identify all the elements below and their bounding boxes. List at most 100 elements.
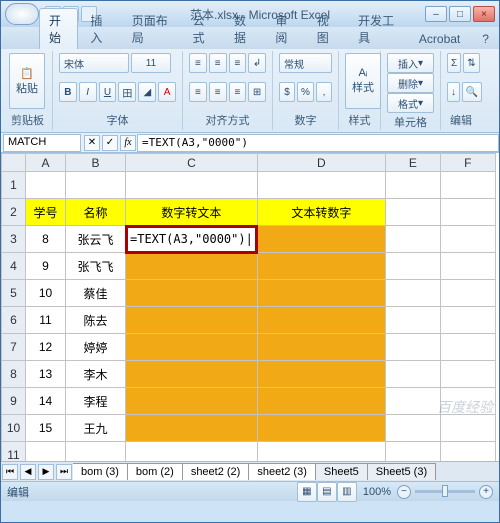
cell[interactable]: 11 (26, 307, 66, 334)
number-format-combo[interactable]: 常规 (279, 53, 332, 73)
wrap-button[interactable]: ↲ (248, 53, 266, 73)
worksheet[interactable]: A B C D E F 1 2 学号 名称 数字转文本 文本转数字 38张云飞=… (1, 153, 499, 461)
tab-home[interactable]: 开始 (39, 8, 78, 49)
cell[interactable]: 文本转数字 (257, 199, 385, 226)
font-size-combo[interactable]: 11 (131, 53, 171, 73)
tab-insert[interactable]: 插入 (80, 8, 119, 49)
cell[interactable]: 13 (26, 361, 66, 388)
col-header-e[interactable]: E (385, 154, 440, 172)
cell[interactable] (126, 307, 258, 334)
minimize-button[interactable]: – (425, 6, 447, 22)
col-header-b[interactable]: B (66, 154, 126, 172)
row-header[interactable]: 5 (2, 280, 26, 307)
align-right-button[interactable]: ≡ (229, 82, 247, 102)
cell[interactable] (385, 415, 440, 442)
sort-button[interactable]: ⇅ (463, 53, 479, 73)
cell[interactable] (385, 361, 440, 388)
name-box[interactable]: MATCH (3, 134, 81, 152)
underline-button[interactable]: U (99, 82, 117, 102)
cell[interactable]: 陈去 (66, 307, 126, 334)
cell[interactable] (257, 307, 385, 334)
border-button[interactable]: 田 (118, 82, 136, 102)
delete-cells-button[interactable]: 删除▾ (387, 73, 434, 93)
italic-button[interactable]: I (79, 82, 97, 102)
merge-button[interactable]: ⊞ (248, 82, 266, 102)
enter-formula-button[interactable]: ✓ (102, 135, 118, 151)
cell[interactable]: 张飞飞 (66, 253, 126, 280)
insert-cells-button[interactable]: 插入▾ (387, 53, 434, 73)
zoom-slider[interactable] (415, 490, 475, 493)
font-color-button[interactable]: A (158, 82, 176, 102)
cell[interactable]: 婷婷 (66, 334, 126, 361)
zoom-in-button[interactable]: + (479, 485, 493, 499)
cell[interactable] (440, 280, 495, 307)
cell[interactable] (257, 226, 385, 253)
cell[interactable]: 14 (26, 388, 66, 415)
cell[interactable] (385, 253, 440, 280)
align-center-button[interactable]: ≡ (209, 82, 227, 102)
formula-input[interactable]: =TEXT(A3,"0000") (137, 134, 499, 152)
col-header-f[interactable]: F (440, 154, 495, 172)
align-bot-button[interactable]: ≡ (229, 53, 247, 73)
sheet-tab[interactable]: Sheet5 (315, 463, 368, 480)
row-header[interactable]: 2 (2, 199, 26, 226)
currency-button[interactable]: $ (279, 82, 295, 102)
close-button[interactable]: × (473, 6, 495, 22)
office-button[interactable] (5, 3, 39, 25)
sheet-tab[interactable]: bom (3) (73, 463, 128, 480)
cell[interactable]: 蔡佳 (66, 280, 126, 307)
fx-button[interactable]: fx (120, 135, 136, 151)
align-mid-button[interactable]: ≡ (209, 53, 227, 73)
cell[interactable] (440, 361, 495, 388)
cell[interactable] (257, 388, 385, 415)
col-header-a[interactable]: A (26, 154, 66, 172)
row-header[interactable]: 8 (2, 361, 26, 388)
cell[interactable] (257, 253, 385, 280)
row-header[interactable]: 3 (2, 226, 26, 253)
col-header-d[interactable]: D (257, 154, 385, 172)
cell[interactable] (126, 415, 258, 442)
maximize-button[interactable]: □ (449, 6, 471, 22)
cell[interactable] (126, 280, 258, 307)
select-all-corner[interactable] (2, 154, 26, 172)
cell[interactable] (257, 334, 385, 361)
styles-button[interactable]: Aᵢ样式 (345, 53, 381, 109)
cell[interactable]: 8 (26, 226, 66, 253)
cell[interactable]: 张云飞 (66, 226, 126, 253)
cell[interactable] (257, 280, 385, 307)
cell[interactable] (440, 415, 495, 442)
tab-data[interactable]: 数据 (224, 8, 263, 49)
format-cells-button[interactable]: 格式▾ (387, 93, 434, 113)
cell[interactable]: =TEXT(A3,"0000")| (126, 226, 258, 253)
cell[interactable] (126, 361, 258, 388)
tab-nav-next[interactable]: ▶ (38, 464, 54, 480)
row-header[interactable]: 10 (2, 415, 26, 442)
font-name-combo[interactable]: 宋体 (59, 53, 129, 73)
comma-button[interactable]: , (316, 82, 332, 102)
bold-button[interactable]: B (59, 82, 77, 102)
help-icon[interactable]: ? (472, 28, 499, 49)
tab-nav-prev[interactable]: ◀ (20, 464, 36, 480)
cell[interactable]: 李木 (66, 361, 126, 388)
cell[interactable] (385, 307, 440, 334)
cell[interactable] (440, 307, 495, 334)
cell[interactable] (126, 388, 258, 415)
row-header[interactable]: 11 (2, 442, 26, 462)
cell[interactable]: 数字转文本 (126, 199, 258, 226)
find-button[interactable]: 🔍 (462, 82, 482, 102)
cell[interactable] (126, 253, 258, 280)
align-top-button[interactable]: ≡ (189, 53, 207, 73)
col-header-c[interactable]: C (126, 154, 258, 172)
cancel-formula-button[interactable]: ✕ (84, 135, 100, 151)
view-break-button[interactable]: ▥ (337, 482, 357, 502)
view-layout-button[interactable]: ▤ (317, 482, 337, 502)
tab-nav-last[interactable]: ⏭ (56, 464, 72, 480)
view-normal-button[interactable]: ▦ (297, 482, 317, 502)
cell[interactable]: 10 (26, 280, 66, 307)
cell[interactable] (385, 334, 440, 361)
cell[interactable]: 学号 (26, 199, 66, 226)
cell[interactable] (440, 226, 495, 253)
fill-color-button[interactable]: ◢ (138, 82, 156, 102)
cell[interactable] (385, 280, 440, 307)
cell[interactable] (440, 334, 495, 361)
